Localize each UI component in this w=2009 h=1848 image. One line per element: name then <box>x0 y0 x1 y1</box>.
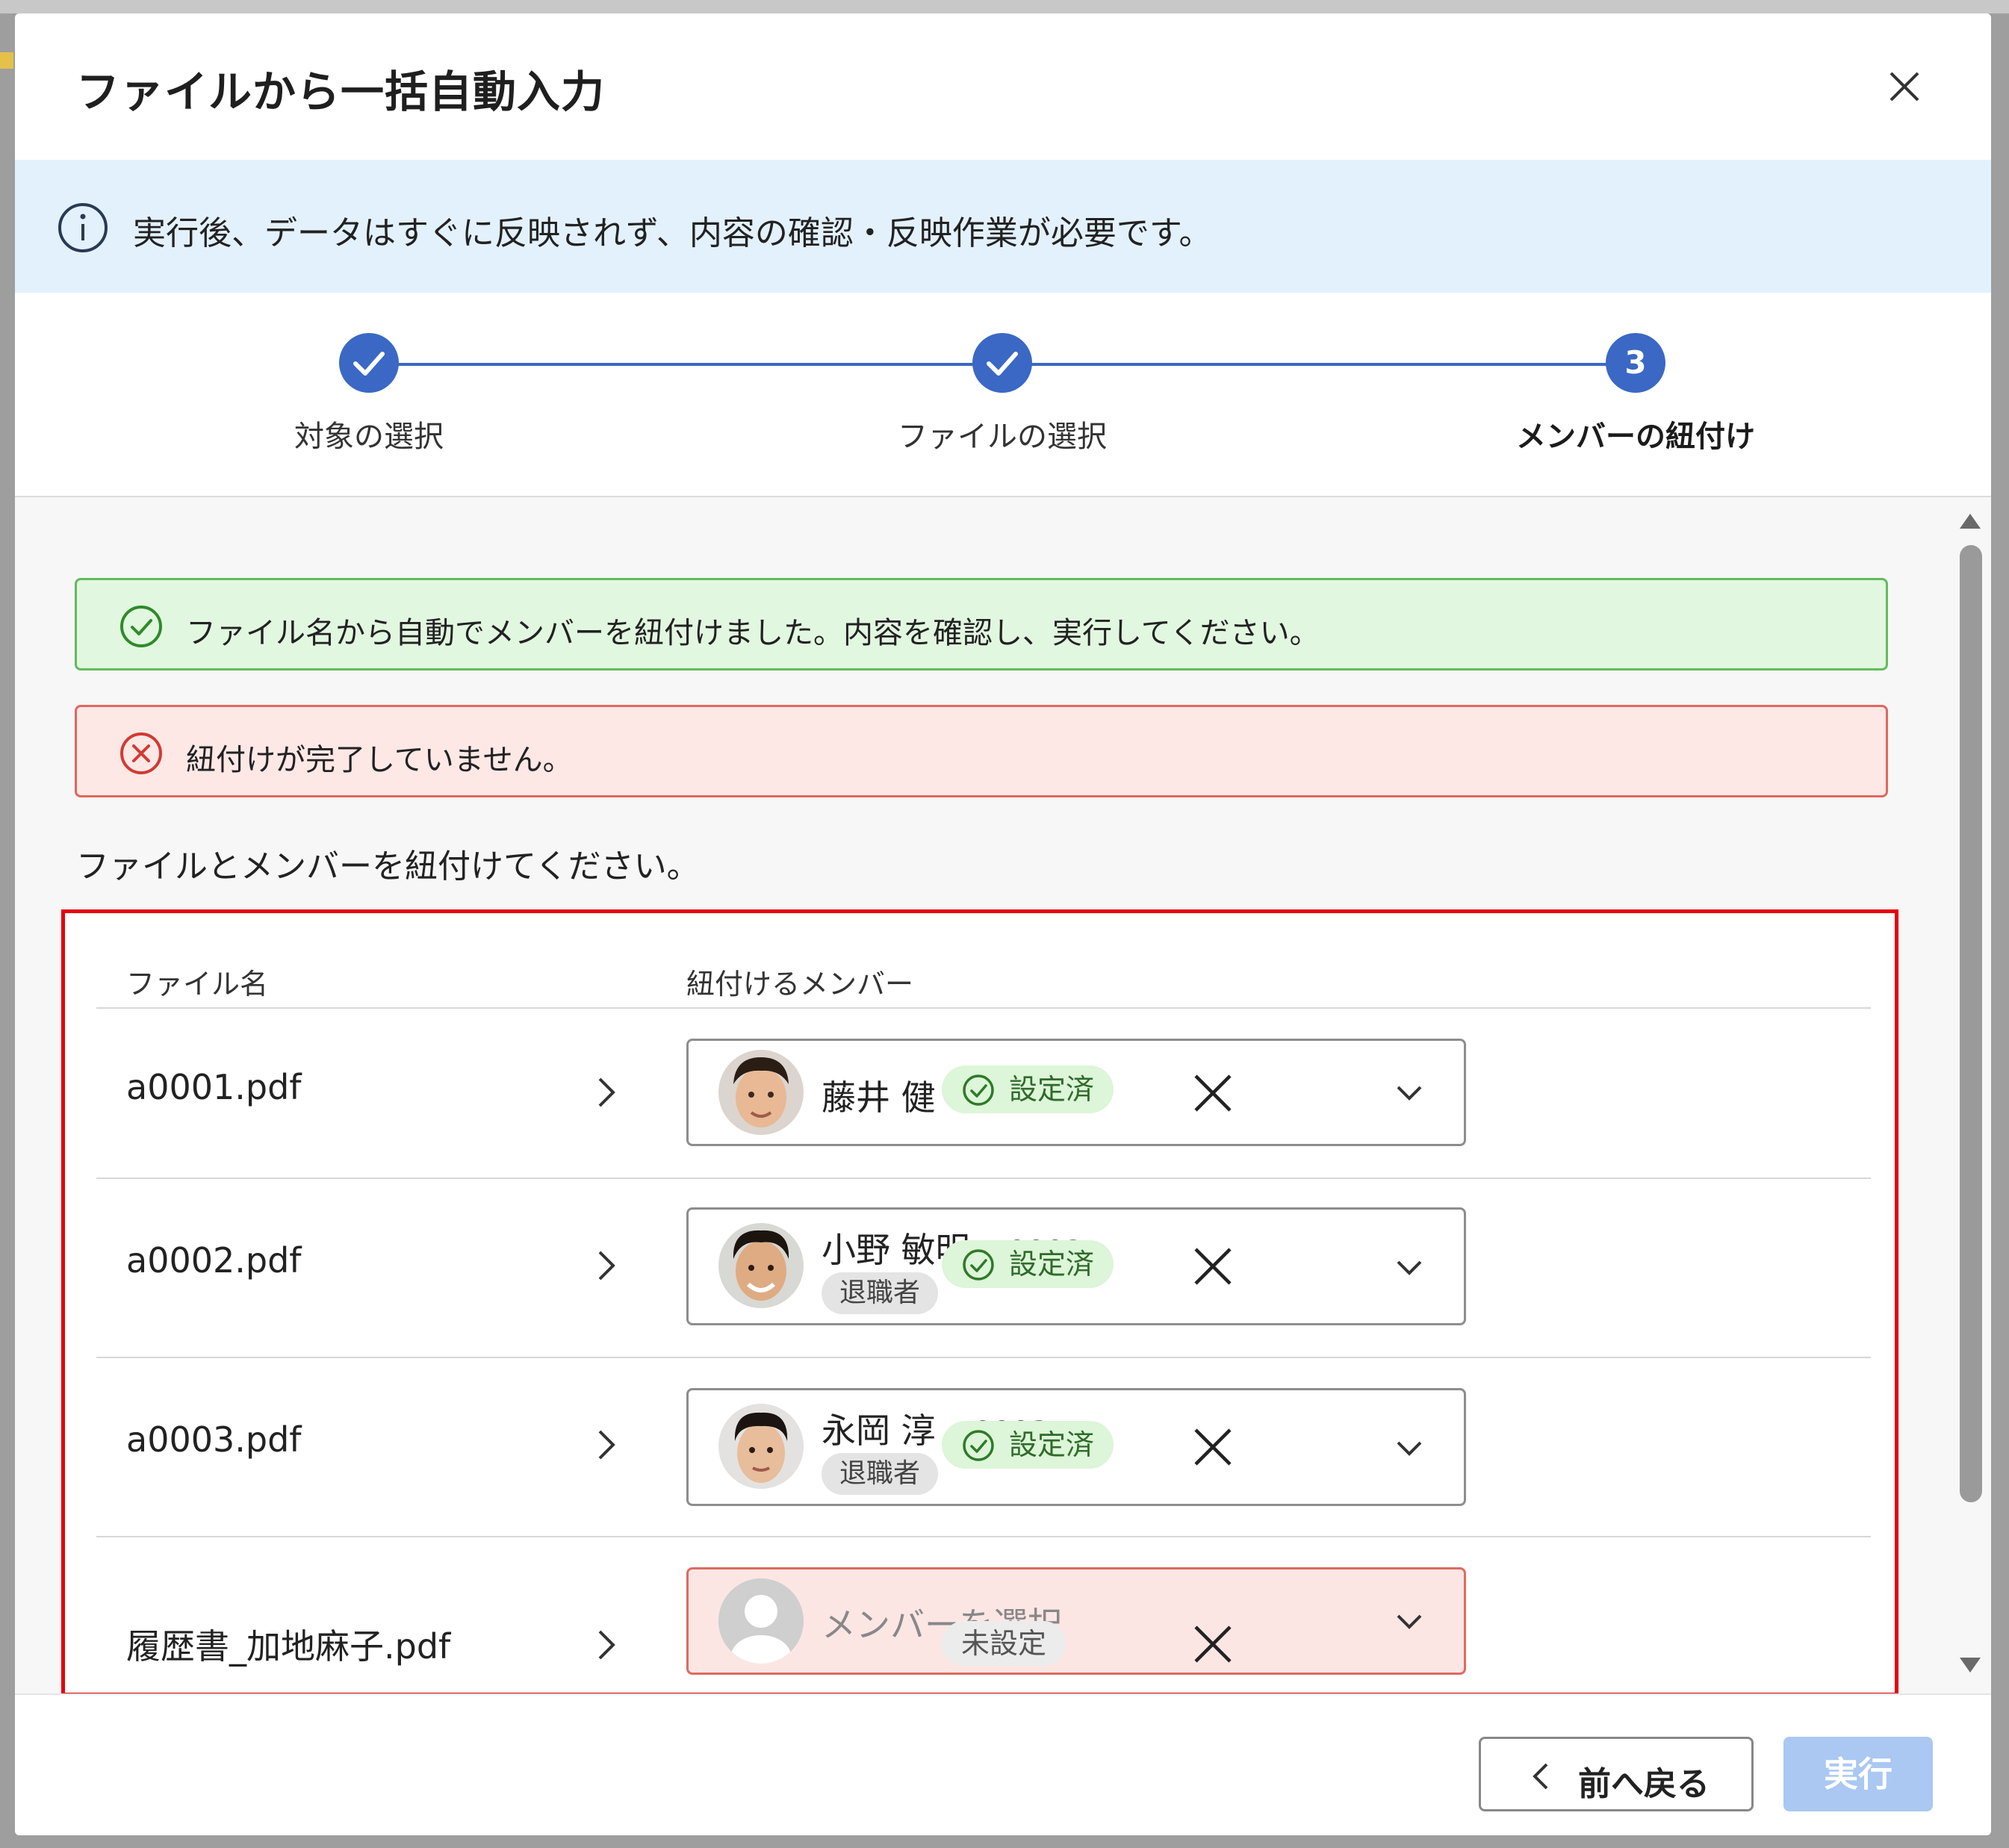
table-row: a0002.pdf 小野 敏明a0002 <box>65 1179 1895 1357</box>
member-select[interactable]: メンバーを選択 <box>686 1567 1466 1675</box>
remove-row-icon[interactable] <box>1187 1067 1239 1119</box>
error-alert: 紐付けが完了していません。 <box>75 705 1888 797</box>
status-text: 設定済 <box>1009 1428 1095 1461</box>
instruction-text: ファイルとメンバーを紐付けてください。 <box>76 847 700 886</box>
info-text: 実行後、データはすぐに反映されず、内容の確認・反映作業が必要です。 <box>133 214 1212 252</box>
step-1-dot <box>339 333 399 393</box>
chevron-right-icon <box>598 1077 615 1107</box>
step-3-dot: 3 <box>1606 333 1665 393</box>
mapping-table: ファイル名 紐付けるメンバー a0001.pdf 藤井 健 設定済 a0002.… <box>61 909 1898 1696</box>
chevron-right-icon <box>598 1251 615 1281</box>
file-name: 履歴書_加地麻子.pdf <box>126 1626 451 1667</box>
avatar <box>718 1050 804 1135</box>
retired-badge: 退職者 <box>822 1453 939 1495</box>
avatar <box>718 1223 804 1308</box>
step-connector-2 <box>1029 363 1612 366</box>
step-2-dot <box>972 333 1032 393</box>
step-1-label: 対象の選択 <box>294 420 444 454</box>
step-3-number: 3 <box>1624 344 1647 381</box>
dialog-body: ファイル名から自動でメンバーを紐付けました。内容を確認し、実行してください。 紐… <box>15 497 1991 1696</box>
execute-button[interactable]: 実行 <box>1783 1737 1933 1811</box>
chevron-down-icon <box>1397 1260 1422 1275</box>
member-name: 藤井 健 <box>822 1077 936 1118</box>
chevron-left-icon <box>1533 1763 1548 1790</box>
info-banner: 実行後、データはすぐに反映されず、内容の確認・反映作業が必要です。 <box>15 160 1991 293</box>
stepper: 対象の選択 ファイルの選択 3 メンバーの紐付け <box>15 293 1991 497</box>
check-circle-icon <box>120 606 162 647</box>
table-row: a0003.pdf 永岡 淳a0003 <box>65 1358 1895 1536</box>
scroll-up-arrow[interactable] <box>1960 514 1981 529</box>
status-text: 設定済 <box>1009 1248 1095 1281</box>
member-name: 永岡 淳 <box>822 1410 936 1451</box>
check-circle-icon <box>963 1074 994 1106</box>
scroll-down-arrow[interactable] <box>1960 1658 1981 1673</box>
error-alert-text: 紐付けが完了していません。 <box>186 743 573 777</box>
back-button[interactable]: 前へ戻る <box>1479 1737 1754 1811</box>
step-connector-1 <box>396 363 978 366</box>
file-name: a0001.pdf <box>126 1067 302 1107</box>
avatar <box>718 1404 804 1489</box>
status-text: 設定済 <box>1009 1073 1095 1106</box>
table-row: a0001.pdf 藤井 健a0001 <box>65 1009 1895 1177</box>
check-icon <box>353 352 385 376</box>
error-circle-icon <box>120 732 162 774</box>
check-circle-icon <box>963 1430 994 1461</box>
status-badge: 設定済 <box>942 1065 1114 1113</box>
remove-row-icon[interactable] <box>1187 1240 1239 1292</box>
check-circle-icon <box>963 1249 994 1281</box>
table-row: 履歴書_加地麻子.pdf メンバーを選択 未設定 <box>65 1537 1895 1693</box>
bulk-autofill-dialog: ファイルから一括自動入力 実行後、データはすぐに反映されず、内容の確認・反映作業… <box>15 13 1991 1835</box>
success-alert-text: ファイル名から自動でメンバーを紐付けました。内容を確認し、実行してください。 <box>186 616 1320 650</box>
status-badge: 未設定 <box>942 1621 1066 1666</box>
default-avatar-icon <box>718 1578 804 1664</box>
dialog-title: ファイルから一括自動入力 <box>76 66 606 117</box>
scrollbar-thumb[interactable] <box>1960 545 1982 1502</box>
file-name: a0003.pdf <box>126 1419 302 1460</box>
remove-row-icon[interactable] <box>1187 1421 1239 1473</box>
remove-row-icon[interactable] <box>1187 1618 1239 1670</box>
background-app-strip <box>0 0 2009 13</box>
chevron-right-icon <box>598 1430 615 1460</box>
step-2-label: ファイルの選択 <box>898 420 1107 454</box>
back-button-label: 前へ戻る <box>1578 1765 1710 1803</box>
success-alert: ファイル名から自動でメンバーを紐付けました。内容を確認し、実行してください。 <box>75 578 1888 671</box>
background-app-accent <box>0 52 13 69</box>
close-icon <box>1890 72 1919 102</box>
dialog-close-button[interactable] <box>1875 57 1934 116</box>
column-header-member: 紐付けるメンバー <box>686 968 914 1001</box>
chevron-down-icon <box>1397 1441 1422 1456</box>
status-badge: 設定済 <box>942 1240 1114 1288</box>
file-name: a0002.pdf <box>126 1240 302 1281</box>
chevron-down-icon <box>1397 1614 1422 1629</box>
chevron-right-icon <box>598 1630 615 1660</box>
check-icon <box>987 352 1018 376</box>
column-header-file: ファイル名 <box>126 968 269 1001</box>
chevron-down-icon <box>1397 1086 1422 1101</box>
dialog-footer: 前へ戻る 実行 <box>15 1693 1991 1835</box>
retired-badge: 退職者 <box>822 1272 939 1314</box>
step-3-label: メンバーの紐付け <box>1516 420 1755 454</box>
info-icon <box>58 203 108 252</box>
dialog-header: ファイルから一括自動入力 <box>15 13 1991 161</box>
status-badge: 設定済 <box>942 1421 1114 1469</box>
